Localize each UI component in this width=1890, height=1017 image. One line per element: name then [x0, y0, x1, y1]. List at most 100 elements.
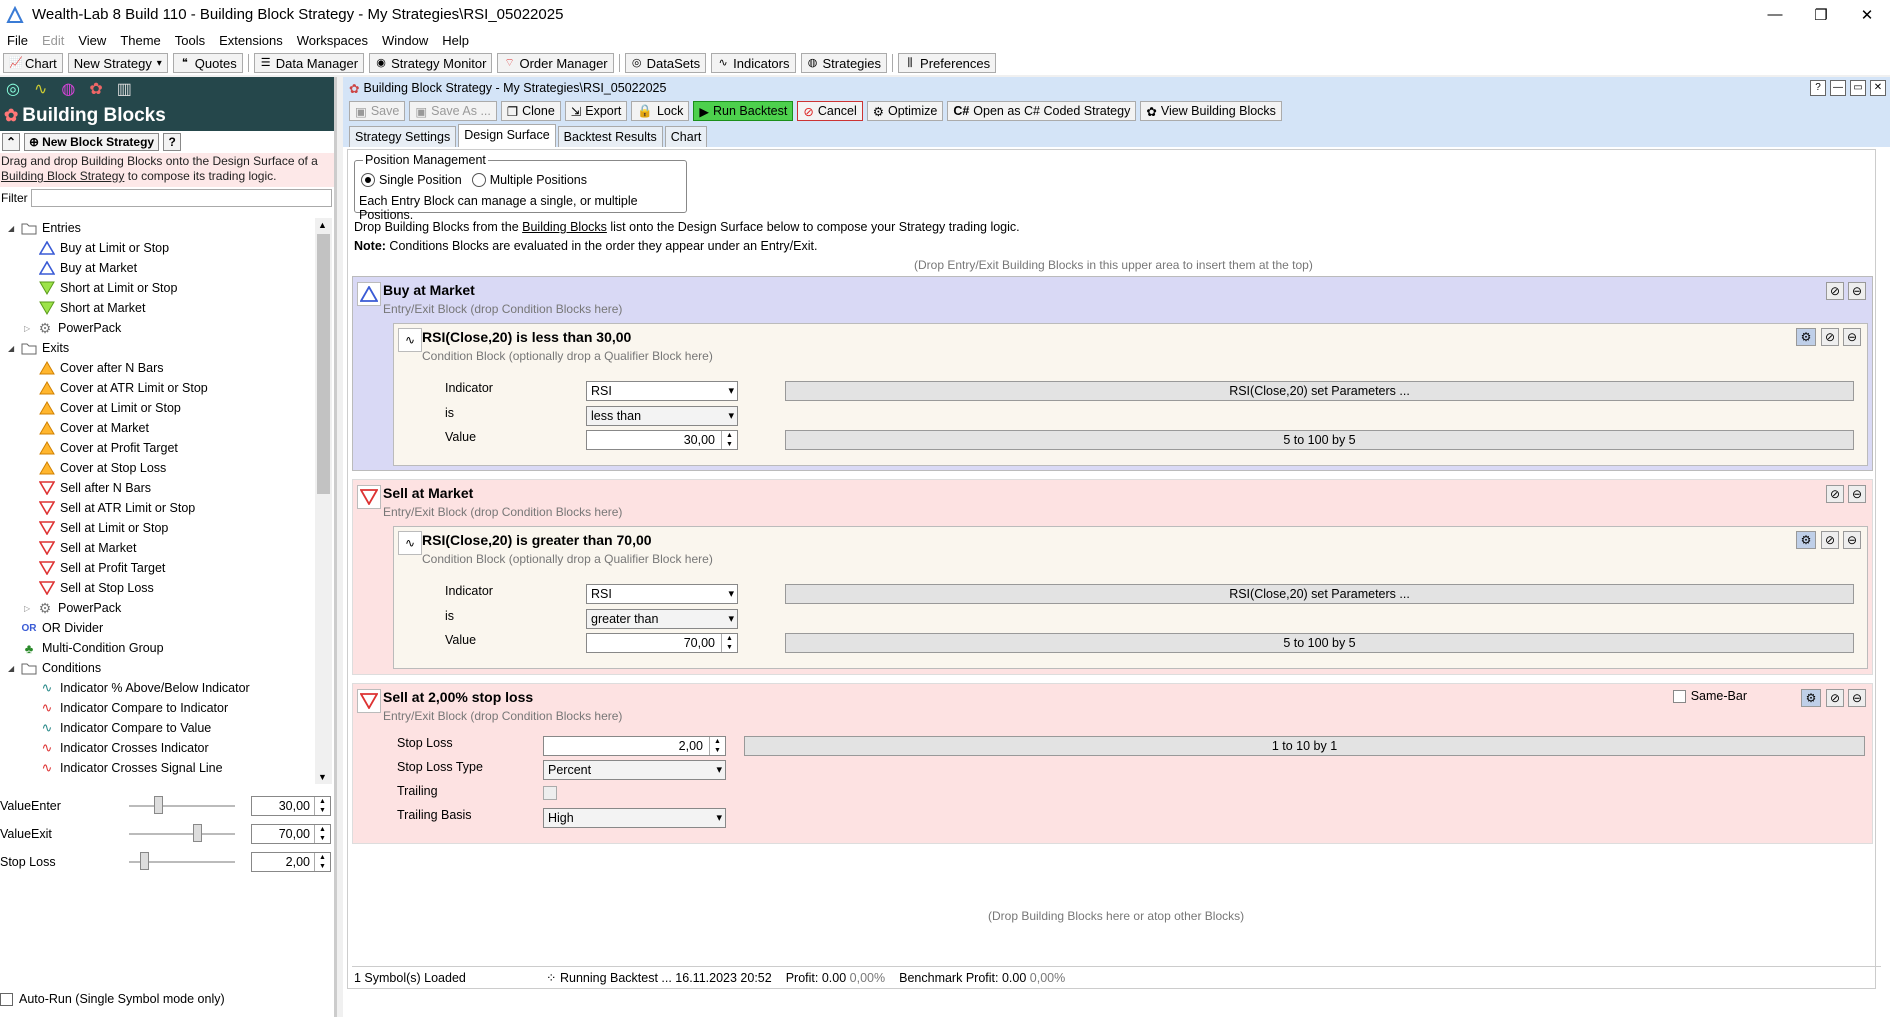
- tree-item[interactable]: ∿ Indicator % Above/Below Indicator: [0, 678, 315, 698]
- slider-thumb[interactable]: [193, 824, 202, 842]
- tree-item[interactable]: Cover at Profit Target: [0, 438, 315, 458]
- tab-backtest-results[interactable]: Backtest Results: [557, 126, 663, 147]
- run-backtest-button[interactable]: ▶ Run Backtest: [693, 101, 794, 121]
- tree-item[interactable]: Buy at Market: [0, 258, 315, 278]
- minimize-button[interactable]: —: [1752, 0, 1798, 29]
- tree-item[interactable]: Cover at Limit or Stop: [0, 398, 315, 418]
- stop-loss-block[interactable]: Sell at 2,00% stop loss Entry/Exit Block…: [352, 683, 1873, 844]
- strategies-button[interactable]: ◍ Strategies: [800, 53, 888, 73]
- multiple-positions-radio[interactable]: [471, 173, 486, 187]
- menu-tools[interactable]: Tools: [168, 33, 212, 48]
- datasets-button[interactable]: ◎ DataSets: [624, 53, 707, 73]
- disable-block-icon[interactable]: ⊘: [1826, 282, 1844, 300]
- tree-item[interactable]: Cover after N Bars: [0, 358, 315, 378]
- new-strategy-dropdown[interactable]: New Strategy ▾: [67, 53, 168, 73]
- brain-icon[interactable]: ◍: [61, 79, 75, 99]
- collapse-all-button[interactable]: ⌃: [2, 133, 20, 151]
- blocks-icon[interactable]: ✿: [89, 79, 102, 99]
- tree-item[interactable]: ▷ ⚙ PowerPack: [0, 318, 315, 338]
- tree-item[interactable]: ∿ Indicator Crosses Indicator: [0, 738, 315, 758]
- tree-folder[interactable]: ◢ Conditions: [0, 658, 315, 678]
- expand-triangle-icon[interactable]: ◢: [8, 344, 20, 353]
- same-bar-checkbox[interactable]: [1672, 689, 1686, 703]
- menu-view[interactable]: View: [71, 33, 113, 48]
- slider-spinner[interactable]: ▲ ▼: [314, 853, 330, 871]
- remove-block-icon[interactable]: ⊖: [1848, 689, 1866, 707]
- remove-block-icon[interactable]: ⊖: [1843, 328, 1861, 346]
- tree-item[interactable]: Sell at Market: [0, 538, 315, 558]
- indicator-parameters-button[interactable]: RSI(Close,20) set Parameters ...: [785, 584, 1854, 604]
- autorun-checkbox[interactable]: [0, 992, 13, 1006]
- slider-value-input[interactable]: 30,00 ▲ ▼: [251, 796, 331, 816]
- slider-value-input[interactable]: 70,00 ▲ ▼: [251, 824, 331, 844]
- tree-item[interactable]: ▷ ⚙ PowerPack: [0, 598, 315, 618]
- filter-input[interactable]: [30, 189, 332, 207]
- menu-edit[interactable]: Edit: [35, 33, 71, 48]
- preferences-button[interactable]: ⫼ Preferences: [898, 53, 997, 73]
- slider-thumb[interactable]: [140, 852, 149, 870]
- open-as-csharp-button[interactable]: C# Open as C# Coded Strategy: [947, 101, 1137, 121]
- tree-folder[interactable]: ◢ Exits: [0, 338, 315, 358]
- quotes-button[interactable]: ❝ Quotes: [172, 53, 243, 73]
- scroll-up-icon[interactable]: ▲: [318, 220, 327, 230]
- order-manager-button[interactable]: ⌔ Order Manager: [497, 53, 614, 73]
- slider-track[interactable]: [129, 833, 235, 835]
- chart-button[interactable]: 📈 Chart: [3, 53, 63, 73]
- comparison-dropdown[interactable]: greater than: [586, 609, 738, 629]
- gear-icon[interactable]: ⚙: [1796, 531, 1816, 549]
- wave-icon[interactable]: ∿: [34, 79, 47, 99]
- tab-strategy-settings[interactable]: Strategy Settings: [349, 126, 457, 147]
- value-spinner[interactable]: ▲ ▼: [721, 634, 737, 652]
- menu-file[interactable]: File: [0, 33, 35, 48]
- minimize-button[interactable]: —: [1830, 80, 1846, 96]
- optimization-range[interactable]: 5 to 100 by 5: [785, 633, 1854, 653]
- disable-block-icon[interactable]: ⊘: [1821, 531, 1839, 549]
- new-block-strategy-button[interactable]: ⊕ New Block Strategy: [24, 133, 160, 151]
- tree-item[interactable]: Cover at Stop Loss: [0, 458, 315, 478]
- indicators-button[interactable]: ∿ Indicators: [711, 53, 796, 73]
- close-button[interactable]: ✕: [1844, 0, 1890, 29]
- data-manager-button[interactable]: ☰ Data Manager: [253, 53, 365, 73]
- slider-spinner[interactable]: ▲ ▼: [314, 825, 330, 843]
- tree-item[interactable]: Cover at ATR Limit or Stop: [0, 378, 315, 398]
- building-blocks-link[interactable]: Building Blocks: [522, 220, 607, 234]
- save-button[interactable]: ▣ Save: [349, 101, 406, 121]
- tree-item[interactable]: ∿ Indicator Compare to Value: [0, 718, 315, 738]
- indicator-dropdown[interactable]: RSI: [586, 584, 738, 604]
- menu-help[interactable]: Help: [435, 33, 476, 48]
- maximize-button[interactable]: ▭: [1850, 80, 1866, 96]
- gear-icon[interactable]: ⚙: [1796, 328, 1816, 346]
- help-button[interactable]: ?: [163, 133, 182, 151]
- tree-item[interactable]: ∿ Indicator Crosses Signal Line: [0, 758, 315, 778]
- lock-button[interactable]: 🔒 Lock: [631, 101, 690, 121]
- tree-item[interactable]: ∿ Indicator Compare to Indicator: [0, 698, 315, 718]
- value-input[interactable]: 70,00: [586, 633, 738, 653]
- stop-loss-type-dropdown[interactable]: Percent: [543, 760, 726, 780]
- tree-scrollbar[interactable]: ▲ ▼: [315, 218, 332, 784]
- tab-design-surface[interactable]: Design Surface: [458, 124, 556, 147]
- globe-icon[interactable]: ◎: [6, 79, 20, 99]
- rsi-condition-block[interactable]: ∿ RSI(Close,20) is less than 30,00 Condi…: [393, 323, 1868, 466]
- gear-icon[interactable]: ⚙: [1801, 689, 1821, 707]
- menu-theme[interactable]: Theme: [113, 33, 167, 48]
- optimize-button[interactable]: ⚙ Optimize: [866, 101, 944, 121]
- export-button[interactable]: ⇲ Export: [564, 101, 628, 121]
- building-block-strategy-link[interactable]: Building Block Strategy: [1, 169, 124, 183]
- tree-item[interactable]: Sell after N Bars: [0, 478, 315, 498]
- tree-item[interactable]: Sell at Profit Target: [0, 558, 315, 578]
- tree-item[interactable]: Cover at Market: [0, 418, 315, 438]
- tree-item[interactable]: Sell at Limit or Stop: [0, 518, 315, 538]
- collapsed-triangle-icon[interactable]: ▷: [24, 324, 36, 333]
- slider-thumb[interactable]: [154, 796, 163, 814]
- slider-track[interactable]: [129, 805, 235, 807]
- stop-loss-spinner[interactable]: ▲ ▼: [709, 737, 725, 755]
- help-button[interactable]: ?: [1810, 80, 1826, 96]
- view-building-blocks-button[interactable]: ✿ View Building Blocks: [1140, 101, 1282, 121]
- optimization-range[interactable]: 5 to 100 by 5: [785, 430, 1854, 450]
- library-icon[interactable]: ▥: [117, 79, 132, 99]
- menu-window[interactable]: Window: [375, 33, 435, 48]
- expand-triangle-icon[interactable]: ◢: [8, 664, 20, 673]
- clone-button[interactable]: ❐ Clone: [500, 101, 561, 121]
- single-position-radio[interactable]: [361, 173, 375, 187]
- trailing-checkbox[interactable]: [543, 786, 557, 800]
